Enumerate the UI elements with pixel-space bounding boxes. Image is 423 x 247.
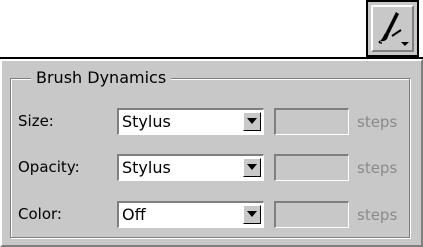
chevron-down-icon <box>247 164 257 170</box>
color-select-value: Off <box>122 205 146 224</box>
opacity-select-arrow[interactable] <box>243 158 261 177</box>
color-steps-input[interactable] <box>274 201 349 228</box>
color-select[interactable]: Off <box>117 201 264 228</box>
size-steps-input[interactable] <box>274 108 349 135</box>
opacity-select[interactable]: Stylus <box>117 154 264 181</box>
brush-dropdown-icon <box>378 12 409 46</box>
brush-dynamics-panel: Brush Dynamics Size: Stylus steps Opacit… <box>0 57 423 247</box>
opacity-label: Opacity: <box>18 158 80 176</box>
color-steps-label: steps <box>357 206 398 224</box>
group-title: Brush Dynamics <box>31 67 172 89</box>
size-label: Size: <box>18 112 54 130</box>
color-label: Color: <box>18 205 62 223</box>
opacity-steps-input[interactable] <box>274 154 349 181</box>
size-select[interactable]: Stylus <box>117 108 264 135</box>
brush-options-button[interactable] <box>366 0 419 57</box>
color-select-arrow[interactable] <box>243 205 261 224</box>
opacity-steps-label: steps <box>357 159 398 177</box>
opacity-select-value: Stylus <box>122 158 171 177</box>
size-select-arrow[interactable] <box>243 112 261 131</box>
size-steps-label: steps <box>357 113 398 131</box>
chevron-down-icon <box>247 118 257 124</box>
chevron-down-icon <box>247 211 257 217</box>
size-select-value: Stylus <box>122 112 171 131</box>
